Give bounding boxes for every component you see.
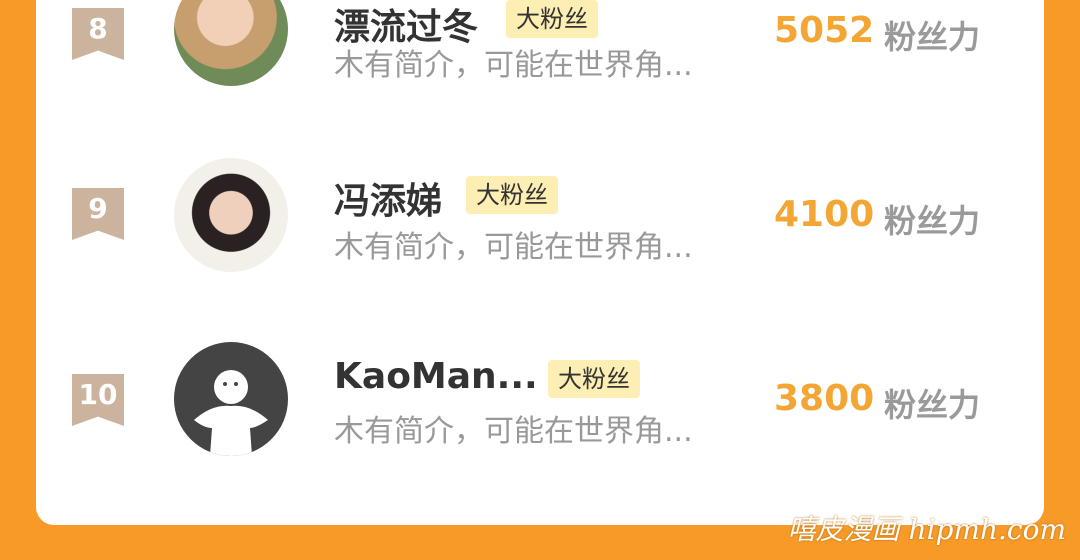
fan-level-badge: 大粉丝: [548, 360, 640, 398]
rank-ribbon: 9: [72, 188, 124, 240]
fan-score-unit: 粉丝力: [884, 18, 981, 56]
person-silhouette-icon: [194, 370, 268, 456]
user-intro: 木有简介，可能在世界角...: [334, 48, 693, 83]
fan-level-badge: 大粉丝: [466, 176, 558, 214]
fan-score: 3800: [774, 378, 875, 419]
fan-score: 4100: [774, 194, 875, 235]
fan-score-unit: 粉丝力: [884, 386, 981, 424]
avatar[interactable]: [174, 0, 288, 86]
ranking-row-8[interactable]: 8 漂流过冬 大粉丝 木有简介，可能在世界角... 5052 粉丝力: [36, 0, 1044, 130]
watermark: 嘻皮漫画 hipmh.com: [787, 513, 1066, 546]
rank-ribbon: 10: [72, 374, 124, 426]
user-name[interactable]: 冯添娣: [334, 172, 442, 224]
user-intro: 木有简介，可能在世界角...: [334, 414, 693, 449]
avatar[interactable]: [174, 158, 288, 272]
default-avatar-icon[interactable]: [174, 342, 288, 456]
fan-score-unit: 粉丝力: [884, 202, 981, 240]
fan-ranking-panel: 8 漂流过冬 大粉丝 木有简介，可能在世界角... 5052 粉丝力 9 冯添娣…: [36, 0, 1044, 525]
fan-score: 5052: [774, 10, 875, 51]
user-name[interactable]: KaoMan...: [334, 356, 538, 397]
user-intro: 木有简介，可能在世界角...: [334, 230, 693, 265]
fan-level-badge: 大粉丝: [506, 0, 598, 38]
ranking-row-9[interactable]: 9 冯添娣 大粉丝 木有简介，可能在世界角... 4100 粉丝力: [36, 158, 1044, 308]
ranking-row-10[interactable]: 10 KaoMan... 大粉丝 木有简介，可能在世界角... 3800 粉丝力: [36, 342, 1044, 492]
rank-ribbon: 8: [72, 8, 124, 60]
